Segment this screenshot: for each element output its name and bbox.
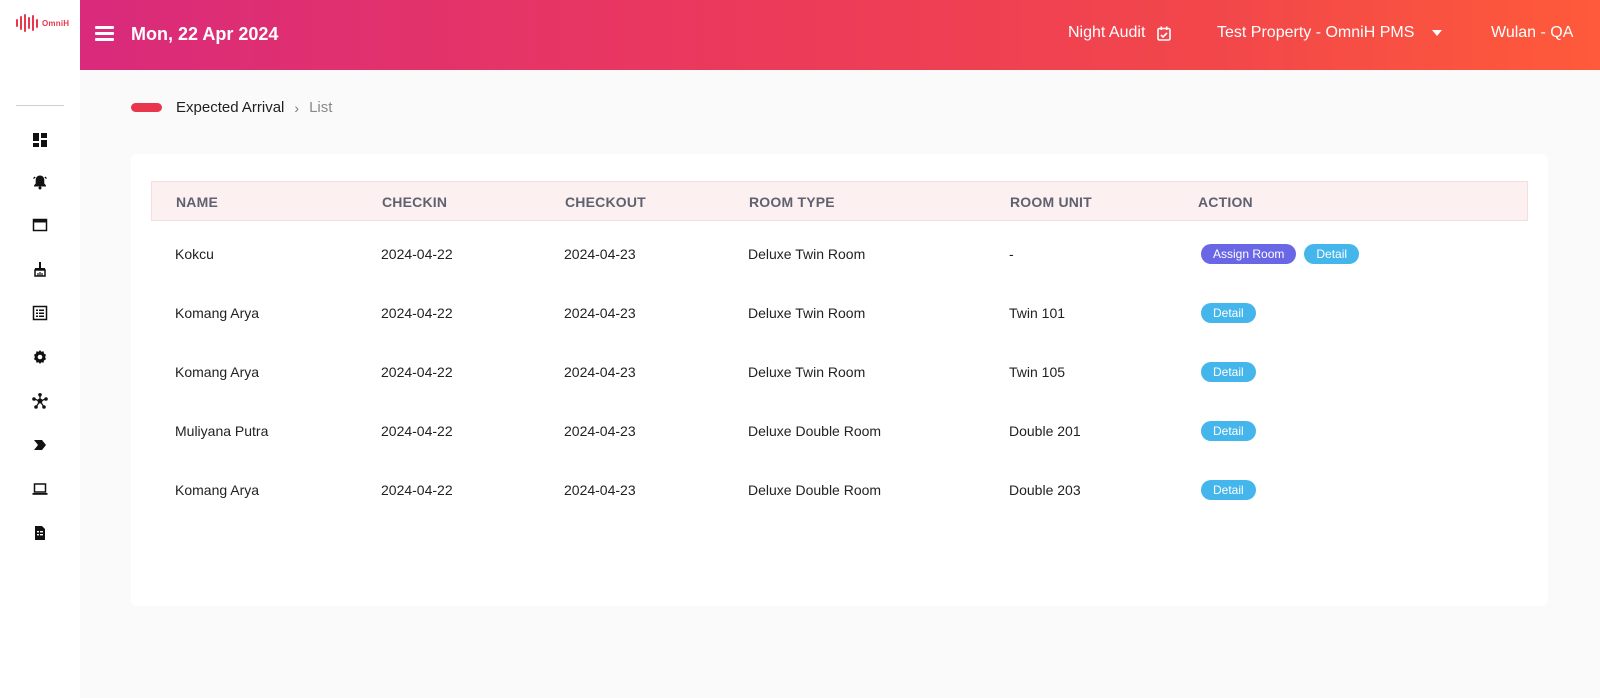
row-actions: Assign Room Detail <box>1201 244 1360 264</box>
cleaning-icon <box>34 262 46 277</box>
cell-checkin: 2024-04-22 <box>381 423 453 439</box>
cell-name: Kokcu <box>175 246 214 262</box>
business-date: Mon, 22 Apr 2024 <box>131 24 279 44</box>
sidebar-item-tags[interactable] <box>30 435 50 455</box>
cell-checkin: 2024-04-22 <box>381 246 453 262</box>
chevron-down-icon <box>1432 30 1443 36</box>
sidebar-item-notifications[interactable] <box>30 172 50 192</box>
cell-checkout: 2024-04-23 <box>564 364 636 380</box>
cell-room-unit: Twin 101 <box>1009 305 1066 321</box>
detail-button[interactable]: Detail <box>1201 362 1256 382</box>
table-row: Komang Arya 2024-04-22 2024-04-23 Deluxe… <box>151 460 1528 520</box>
sidebar-item-devices[interactable] <box>30 479 50 499</box>
sidebar-item-settings[interactable] <box>30 347 50 367</box>
cell-name: Muliyana Putra <box>175 423 269 439</box>
cell-name: Komang Arya <box>175 364 260 380</box>
cell-room-type: Deluxe Twin Room <box>748 364 866 380</box>
column-header-name: NAME <box>176 194 219 210</box>
detail-button[interactable]: Detail <box>1201 480 1256 500</box>
cell-checkin: 2024-04-22 <box>381 364 453 380</box>
sidebar-divider <box>16 105 64 106</box>
column-header-room-type: ROOM TYPE <box>749 194 835 210</box>
breadcrumb: Expected Arrival › List <box>131 99 332 116</box>
cell-room-unit: Double 201 <box>1009 423 1081 439</box>
window-icon <box>32 218 48 232</box>
cell-checkout: 2024-04-23 <box>564 305 636 321</box>
cell-room-unit: Twin 105 <box>1009 364 1066 380</box>
breadcrumb-current: List <box>309 99 333 116</box>
cell-name: Komang Arya <box>175 305 260 321</box>
sidebar-item-reports[interactable] <box>30 523 50 543</box>
logo-mark-icon <box>16 14 38 32</box>
night-audit-button[interactable]: Night Audit <box>1068 24 1172 42</box>
table-row: Komang Arya 2024-04-22 2024-04-23 Deluxe… <box>151 283 1528 343</box>
bell-icon <box>33 175 47 190</box>
gear-icon <box>34 350 46 364</box>
row-actions: Detail <box>1201 303 1256 323</box>
cell-checkin: 2024-04-22 <box>381 482 453 498</box>
sidebar-item-channels[interactable] <box>30 391 50 411</box>
dashboard-icon <box>33 133 47 147</box>
table-row: Kokcu 2024-04-22 2024-04-23 Deluxe Twin … <box>151 224 1528 284</box>
table-row: Muliyana Putra 2024-04-22 2024-04-23 Del… <box>151 401 1528 461</box>
list-icon <box>32 305 48 321</box>
cell-room-type: Deluxe Twin Room <box>748 246 866 262</box>
column-header-room-unit: ROOM UNIT <box>1010 194 1092 210</box>
table-row: Komang Arya 2024-04-22 2024-04-23 Deluxe… <box>151 342 1528 402</box>
chevron-tag-icon <box>34 440 46 450</box>
document-icon <box>35 526 45 540</box>
breadcrumb-accent <box>131 103 162 112</box>
row-actions: Detail <box>1201 421 1256 441</box>
detail-button[interactable]: Detail <box>1201 421 1256 441</box>
sidebar-item-housekeeping[interactable] <box>30 259 50 279</box>
property-name: Test Property - OmniH PMS <box>1217 24 1415 41</box>
sidebar: OmniH <box>0 0 80 698</box>
expected-arrival-card: NAME CHECKIN CHECKOUT ROOM TYPE ROOM UNI… <box>131 154 1548 606</box>
row-actions: Detail <box>1201 362 1256 382</box>
top-header: Mon, 22 Apr 2024 Night Audit Test Proper… <box>80 0 1600 70</box>
property-selector[interactable]: Test Property - OmniH PMS <box>1217 24 1443 42</box>
column-header-action: ACTION <box>1198 194 1253 210</box>
laptop-icon <box>32 483 48 495</box>
cell-name: Komang Arya <box>175 482 260 498</box>
omnih-logo[interactable]: OmniH <box>16 14 69 32</box>
detail-button[interactable]: Detail <box>1201 303 1256 323</box>
sidebar-item-frontdesk[interactable] <box>30 215 50 235</box>
user-menu[interactable]: Wulan - QA <box>1491 24 1573 42</box>
logo-text: OmniH <box>42 18 70 28</box>
sidebar-item-reservations[interactable] <box>30 303 50 323</box>
cell-room-type: Deluxe Double Room <box>748 423 882 439</box>
cell-room-unit: Double 203 <box>1009 482 1081 498</box>
cell-room-unit: - <box>1009 246 1014 262</box>
network-icon <box>32 393 48 409</box>
sidebar-item-dashboard[interactable] <box>30 130 50 150</box>
detail-button[interactable]: Detail <box>1304 244 1360 264</box>
cell-room-type: Deluxe Twin Room <box>748 305 866 321</box>
row-actions: Detail <box>1201 480 1256 500</box>
column-header-checkin: CHECKIN <box>382 194 448 210</box>
calendar-check-icon <box>1157 26 1172 41</box>
breadcrumb-parent[interactable]: Expected Arrival <box>176 99 284 116</box>
cell-checkout: 2024-04-23 <box>564 246 636 262</box>
cell-checkin: 2024-04-22 <box>381 305 453 321</box>
menu-icon[interactable] <box>95 26 115 42</box>
cell-checkout: 2024-04-23 <box>564 423 636 439</box>
assign-room-button[interactable]: Assign Room <box>1201 244 1297 264</box>
cell-checkout: 2024-04-23 <box>564 482 636 498</box>
table-header: NAME CHECKIN CHECKOUT ROOM TYPE ROOM UNI… <box>151 181 1528 221</box>
column-header-checkout: CHECKOUT <box>565 194 646 210</box>
chevron-right-icon: › <box>294 99 300 116</box>
night-audit-label: Night Audit <box>1068 24 1146 41</box>
cell-room-type: Deluxe Double Room <box>748 482 882 498</box>
